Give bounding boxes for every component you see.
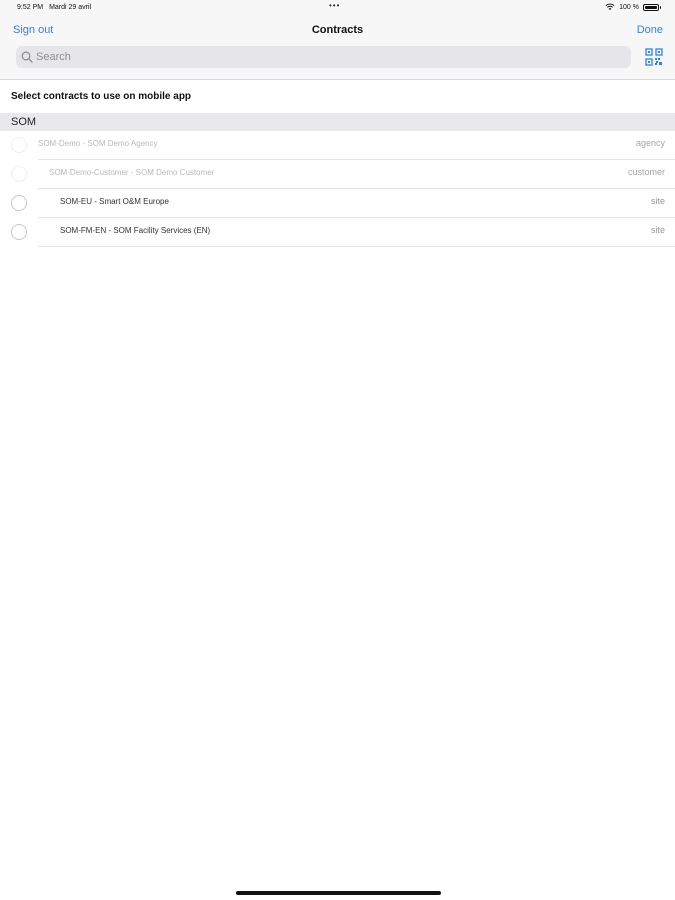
status-bar: 9:52 PM Mardi 29 avril ••• 100 % bbox=[0, 0, 675, 16]
contract-name: SOM-Demo - SOM Demo Agency bbox=[38, 139, 158, 148]
instruction-text: Select contracts to use on mobile app bbox=[11, 91, 192, 102]
search-icon bbox=[21, 51, 33, 63]
contract-type: site bbox=[650, 225, 665, 235]
contract-type: agency bbox=[635, 138, 665, 148]
home-indicator[interactable] bbox=[236, 891, 441, 895]
battery-percent: 100 % bbox=[619, 3, 639, 11]
battery-cap bbox=[659, 6, 661, 9]
battery-level bbox=[645, 5, 657, 9]
battery-icon bbox=[643, 3, 661, 11]
contract-row-som-fm-en[interactable]: SOM-FM-EN - SOM Facility Services (EN) s… bbox=[0, 218, 675, 247]
radio-button[interactable] bbox=[11, 166, 27, 182]
search-input[interactable] bbox=[36, 46, 616, 68]
row-divider bbox=[38, 246, 675, 247]
qr-code-icon[interactable] bbox=[645, 48, 663, 66]
status-time-date: 9:52 PM Mardi 29 avril bbox=[17, 4, 91, 11]
section-title: SOM bbox=[11, 116, 37, 128]
wifi-icon bbox=[605, 3, 615, 11]
page-title: Contracts bbox=[311, 24, 364, 36]
section-header: SOM bbox=[0, 113, 675, 131]
search-bar[interactable] bbox=[16, 46, 631, 68]
contract-type: site bbox=[650, 196, 665, 206]
contract-name: SOM-FM-EN - SOM Facility Services (EN) bbox=[60, 226, 211, 235]
status-date: Mardi 29 avril bbox=[49, 4, 92, 11]
status-time: 9:52 PM bbox=[17, 4, 44, 11]
contract-type: customer bbox=[627, 167, 665, 177]
contract-row-som-eu[interactable]: SOM-EU - Smart O&M Europe site bbox=[0, 189, 675, 218]
radio-button[interactable] bbox=[11, 137, 27, 153]
navigation-header: 9:52 PM Mardi 29 avril ••• 100 % Sign out… bbox=[0, 0, 675, 80]
status-indicators: 100 % bbox=[605, 3, 661, 11]
radio-button[interactable] bbox=[11, 224, 27, 240]
contract-row-som-demo-customer[interactable]: SOM-Demo-Customer - SOM Demo Customer cu… bbox=[0, 160, 675, 189]
contract-row-som-demo[interactable]: SOM-Demo - SOM Demo Agency agency bbox=[0, 131, 675, 160]
contract-name: SOM-EU - Smart O&M Europe bbox=[60, 197, 169, 206]
multitasking-dots[interactable]: ••• bbox=[329, 2, 347, 10]
done-button[interactable]: Done bbox=[637, 24, 663, 36]
contract-name: SOM-Demo-Customer - SOM Demo Customer bbox=[49, 168, 215, 177]
contracts-screen: 9:52 PM Mardi 29 avril ••• 100 % Sign out… bbox=[0, 0, 675, 900]
radio-button[interactable] bbox=[11, 195, 27, 211]
